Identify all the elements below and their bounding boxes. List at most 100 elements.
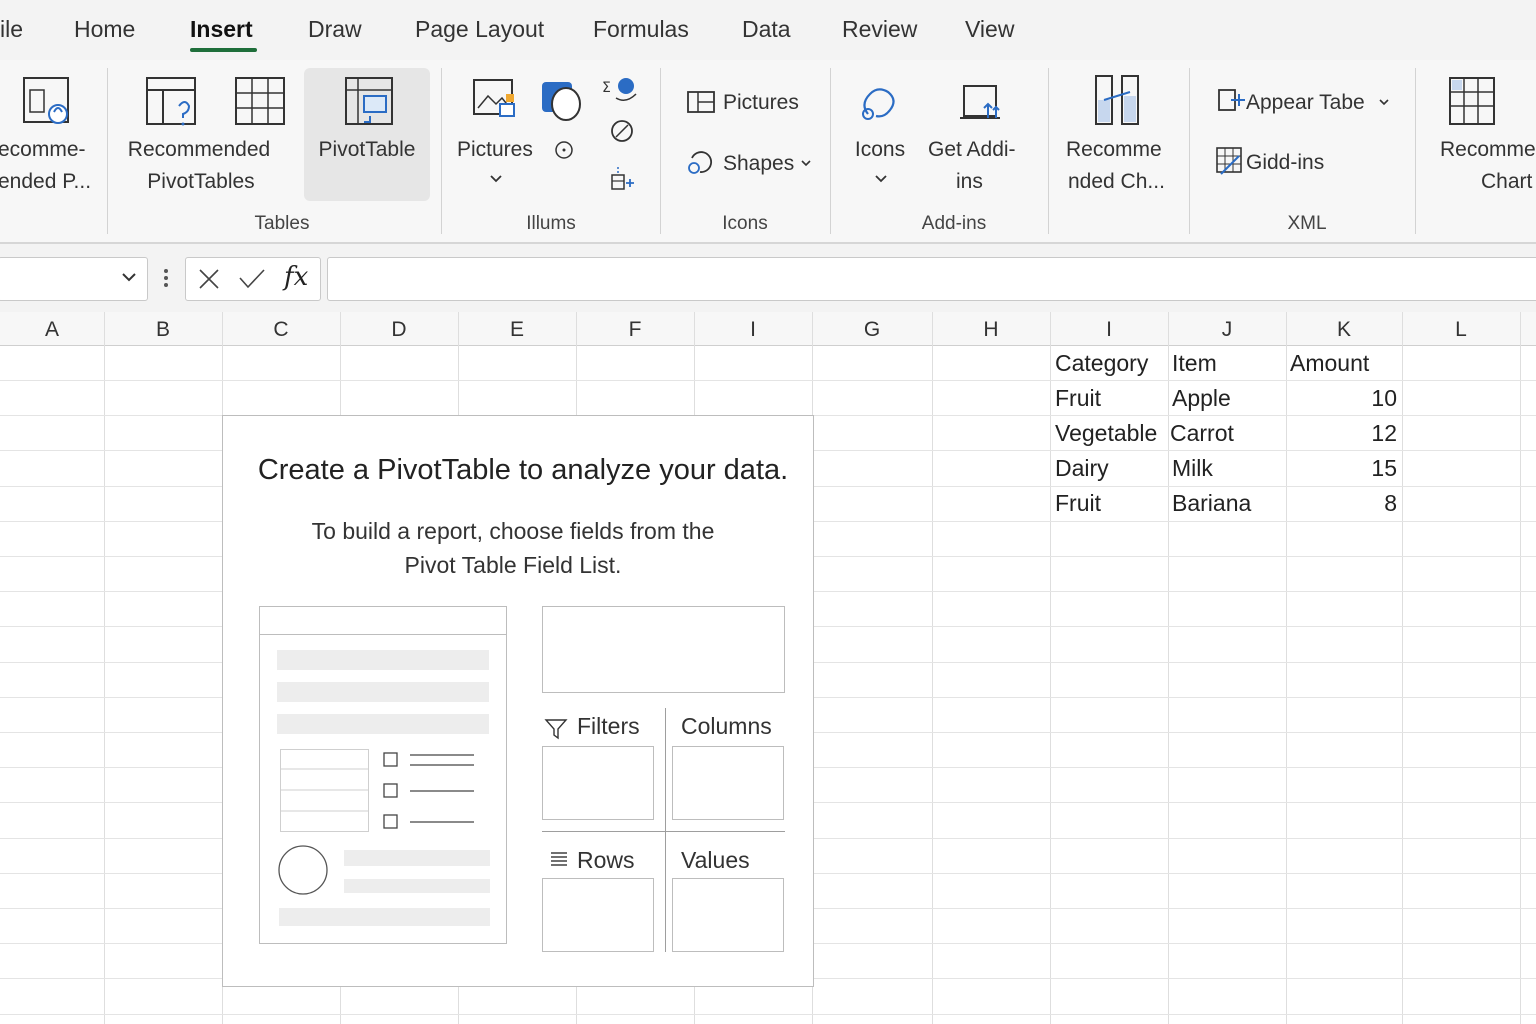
ribbon-label: Icons <box>854 138 906 161</box>
tab-view[interactable]: View <box>965 16 1014 43</box>
cancel-icon[interactable] <box>198 268 220 290</box>
placeholder-bar <box>277 682 489 702</box>
placeholder-bar <box>279 908 490 926</box>
group-separator <box>441 68 442 234</box>
cell-amount[interactable]: 15 <box>1286 455 1397 482</box>
ribbon-label: Gidd-ins <box>1246 151 1325 174</box>
rows-drop-zone <box>542 878 654 952</box>
placeholder-bar <box>344 879 490 893</box>
grid-line <box>0 1014 1536 1015</box>
sigma-shape-icon[interactable]: Σ <box>602 74 638 104</box>
image-gallery-icon <box>687 91 715 113</box>
formula-input[interactable] <box>327 257 1536 301</box>
tab-page-layout[interactable]: Page Layout <box>415 16 544 43</box>
ribbon-label: PivotTable <box>318 138 416 161</box>
pivot-placeholder-subtitle: To build a report, choose fields from th… <box>311 518 715 544</box>
filters-area-label: Filters <box>577 713 640 739</box>
cell-header-amount[interactable]: Amount <box>1290 350 1369 377</box>
ribbon-label: Pictures <box>457 138 533 161</box>
column-header[interactable]: C <box>222 318 340 342</box>
column-header[interactable]: J <box>1168 318 1286 342</box>
recommended-pivot-icon <box>23 77 69 124</box>
check-icon[interactable] <box>238 268 266 290</box>
cell-amount[interactable]: 10 <box>1286 385 1397 412</box>
grid-line <box>1050 312 1051 1024</box>
group-label-tables: Tables <box>254 213 310 234</box>
tab-review[interactable]: Review <box>842 16 917 43</box>
insert-function-button[interactable]: fx <box>284 262 308 292</box>
group-label-addins: Add-ins <box>921 213 987 234</box>
pivottable-icon <box>345 77 393 125</box>
grid-line <box>1520 312 1521 1024</box>
svg-text:Σ: Σ <box>602 80 611 96</box>
ribbon-label: Get Addi- <box>928 138 1016 161</box>
3d-model-icon[interactable] <box>608 117 636 145</box>
pivottable-placeholder[interactable]: Create a PivotTable to analyze your data… <box>222 415 814 987</box>
ribbon-label: ins <box>956 170 983 193</box>
column-header[interactable]: I <box>694 318 812 342</box>
ribbon-label: Recommended <box>127 138 271 161</box>
group-separator <box>107 68 108 234</box>
column-header[interactable]: K <box>1286 318 1402 342</box>
tab-file[interactable]: ile <box>0 16 23 43</box>
column-header[interactable]: E <box>458 318 576 342</box>
area-divider <box>542 831 785 832</box>
ribbon-label: Appear Tabe <box>1246 91 1365 114</box>
tab-home[interactable]: Home <box>74 16 135 43</box>
tab-insert[interactable]: Insert <box>190 16 253 43</box>
circle-shape-icon[interactable] <box>554 140 574 160</box>
cell-item[interactable]: Bariana <box>1172 490 1251 517</box>
chart-table-icon <box>1449 77 1495 125</box>
cell-category[interactable]: Vegetable <box>1055 420 1157 447</box>
grid-line <box>1286 312 1287 1024</box>
recommended-pivottables-icon <box>146 77 196 126</box>
group-label-xml: XML <box>1287 213 1327 234</box>
cell-amount[interactable]: 12 <box>1286 420 1397 447</box>
column-header[interactable]: B <box>104 318 222 342</box>
shapes-icon[interactable] <box>540 80 584 122</box>
column-header[interactable]: H <box>932 318 1050 342</box>
ribbon-label: ecomme- <box>0 138 86 161</box>
cell-category[interactable]: Fruit <box>1055 490 1101 517</box>
pictures-icon <box>473 79 515 117</box>
cell-header-item[interactable]: Item <box>1172 350 1217 377</box>
ribbon-label: ended P... <box>0 170 92 193</box>
ribbon-label: Shapes <box>723 152 795 175</box>
menu-bar: ile Home Insert Draw Page Layout Formula… <box>0 0 1536 60</box>
cell-item[interactable]: Carrot <box>1170 420 1234 447</box>
ribbon-label: Pictures <box>723 91 799 114</box>
cell-category[interactable]: Fruit <box>1055 385 1101 412</box>
tab-formulas[interactable]: Formulas <box>593 16 689 43</box>
tab-data[interactable]: Data <box>742 16 791 43</box>
cell-item[interactable]: Apple <box>1172 385 1231 412</box>
name-box[interactable] <box>0 257 148 301</box>
formula-buttons: fx <box>185 257 321 301</box>
column-header[interactable]: A <box>0 318 104 342</box>
column-header[interactable]: D <box>340 318 458 342</box>
placeholder-bar <box>344 850 490 866</box>
chevron-down-icon <box>490 175 502 183</box>
cell-category[interactable]: Dairy <box>1055 455 1109 482</box>
ribbon-label: PivotTables <box>147 170 255 193</box>
column-header[interactable]: G <box>812 318 932 342</box>
grid-line <box>0 380 1536 381</box>
column-header[interactable]: F <box>576 318 694 342</box>
rows-icon <box>551 852 567 866</box>
group-label-icons: Icons <box>722 213 768 234</box>
shapes-outline-icon <box>688 151 712 174</box>
grid-line <box>932 312 933 1024</box>
columns-drop-zone <box>672 746 784 820</box>
column-header[interactable]: L <box>1402 318 1520 342</box>
icons-icon <box>862 88 895 120</box>
cell-item[interactable]: Milk <box>1172 455 1213 482</box>
group-separator <box>1189 68 1190 234</box>
chevron-down-icon <box>122 273 136 282</box>
tab-draw[interactable]: Draw <box>308 16 362 43</box>
screenshot-icon[interactable] <box>608 165 638 193</box>
cell-header-category[interactable]: Category <box>1055 350 1148 377</box>
more-options-icon[interactable] <box>162 268 170 288</box>
column-header[interactable]: I <box>1050 318 1168 342</box>
group-separator <box>660 68 661 234</box>
cell-amount[interactable]: 8 <box>1286 490 1397 517</box>
grid-line <box>1402 312 1403 1024</box>
